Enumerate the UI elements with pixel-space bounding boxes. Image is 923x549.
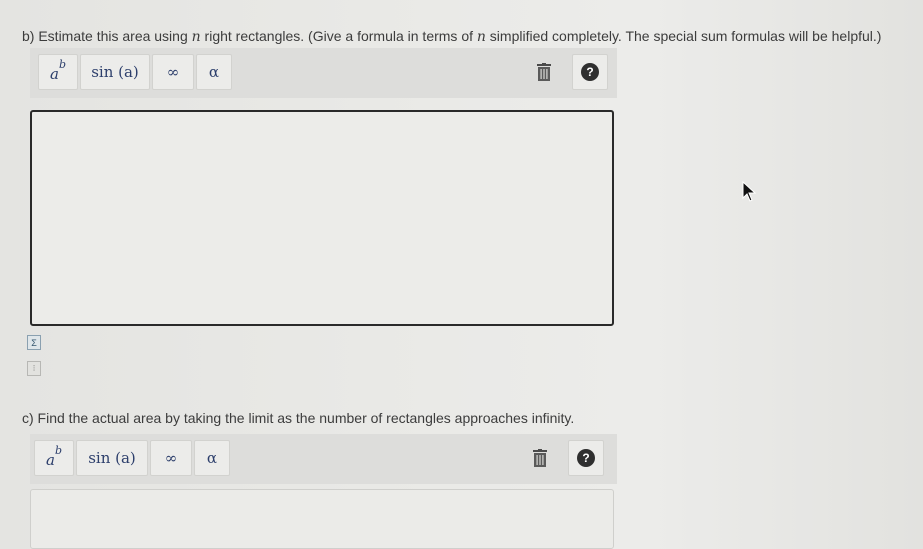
question-b-var-n2: n <box>476 29 486 45</box>
math-toolbar-c: ab sin (a) ∞ α ? <box>30 434 617 484</box>
sin-button[interactable]: sin (a) <box>76 440 148 476</box>
trash-icon <box>537 63 551 81</box>
power-exp: b <box>54 443 62 457</box>
power-base: a <box>46 451 55 469</box>
sum-icon-label: Σ <box>31 337 37 348</box>
question-b-part2: right rectangles. (Give a formula in ter… <box>200 28 477 44</box>
trash-button[interactable] <box>526 54 562 90</box>
help-icon: ? <box>577 449 595 467</box>
question-c-text: c) Find the actual area by taking the li… <box>22 410 574 426</box>
power-base: a <box>50 65 59 83</box>
help-icon: ? <box>581 63 599 81</box>
alpha-label: α <box>206 449 218 467</box>
question-b-text: b) Estimate this area using n right rect… <box>22 28 881 45</box>
infinity-button[interactable]: ∞ <box>152 54 194 90</box>
math-toolbar-b: ab sin (a) ∞ α ? <box>30 48 617 98</box>
infinity-label: ∞ <box>164 449 178 467</box>
trash-icon <box>533 449 547 467</box>
mouse-cursor-icon <box>742 181 757 202</box>
question-b-part3: simplified completely. The special sum f… <box>485 28 882 44</box>
matrix-icon[interactable]: ⁝ <box>27 361 41 376</box>
power-button[interactable]: ab <box>38 54 78 90</box>
alpha-label: α <box>208 63 220 81</box>
infinity-label: ∞ <box>166 63 180 81</box>
answer-input-b[interactable] <box>30 110 614 326</box>
help-button[interactable]: ? <box>568 440 604 476</box>
infinity-button[interactable]: ∞ <box>150 440 192 476</box>
answer-input-c[interactable] <box>30 489 614 549</box>
alpha-button[interactable]: α <box>194 440 230 476</box>
power-button[interactable]: ab <box>34 440 74 476</box>
power-exp: b <box>58 57 66 71</box>
help-button[interactable]: ? <box>572 54 608 90</box>
question-b-var-n: n <box>191 29 201 45</box>
question-b-part1: b) Estimate this area using <box>22 28 192 44</box>
sin-button[interactable]: sin (a) <box>80 54 150 90</box>
trash-button[interactable] <box>522 440 558 476</box>
sum-icon[interactable]: Σ <box>27 335 41 350</box>
sin-label: sin (a) <box>91 63 139 81</box>
sin-label: sin (a) <box>88 449 136 467</box>
matrix-icon-label: ⁝ <box>32 363 36 373</box>
alpha-button[interactable]: α <box>196 54 232 90</box>
question-c-label: c) Find the actual area by taking the li… <box>22 410 575 426</box>
